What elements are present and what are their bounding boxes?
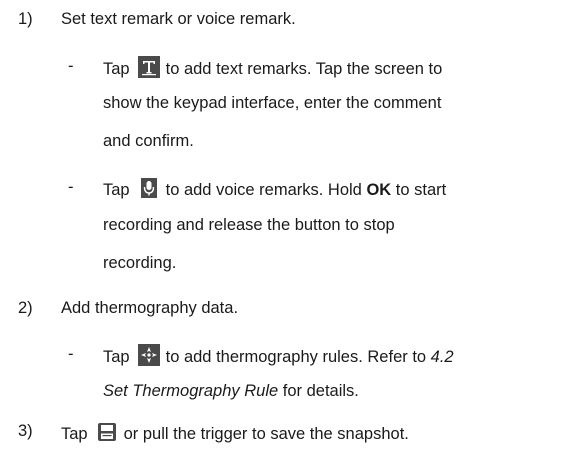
- step-text: or pull the trigger to save the snapshot…: [123, 425, 409, 443]
- section-reference: Set Thermography Rule: [103, 382, 279, 400]
- sub-step-text: to add text remarks. Tap the screen to: [165, 60, 443, 78]
- sub-step-text: recording and release the button to stop: [103, 216, 395, 234]
- sub-step-text: for details.: [278, 382, 359, 400]
- sub-step-line: Tap to add voice remarks. Hold OK to star…: [103, 177, 446, 200]
- save-icon: [95, 421, 118, 443]
- step-text: Set text remark or voice remark.: [61, 10, 296, 28]
- step-line: Tap or pull the trigger to save the snaps…: [61, 421, 409, 444]
- sub-step-text: recording.: [103, 254, 177, 272]
- tap-label: Tap: [103, 60, 130, 78]
- section-reference: 4.2: [430, 348, 454, 366]
- tap-label: Tap: [61, 425, 88, 443]
- sub-step-text: to add voice remarks. Hold: [165, 181, 367, 199]
- sub-step-text: to add thermography rules. Refer to: [165, 348, 431, 366]
- sub-bullet: -: [68, 57, 74, 75]
- sub-step-text: to start: [391, 181, 447, 199]
- sub-step-line: Set Thermography Rule for details.: [103, 381, 359, 401]
- step-number: 2): [18, 299, 33, 317]
- sub-step-line: Tap to add thermography rules. Refer to 4…: [103, 344, 454, 367]
- instruction-list: 1) Set text remark or voice remark. - Ta…: [0, 0, 581, 449]
- tap-label: Tap: [103, 348, 130, 366]
- microphone-icon: [137, 177, 160, 199]
- crosshair-icon: [137, 344, 160, 366]
- sub-step-text: show the keypad interface, enter the com…: [103, 94, 442, 112]
- sub-step-line: Tap to add text remarks. Tap the screen t…: [103, 56, 442, 79]
- step-number: 1): [18, 10, 33, 28]
- text-icon: [137, 56, 160, 78]
- sub-bullet: -: [68, 345, 74, 363]
- sub-step-text: and confirm.: [103, 132, 194, 150]
- step-text: Add thermography data.: [61, 299, 239, 317]
- step-number: 3): [18, 422, 33, 440]
- tap-label: Tap: [103, 181, 130, 199]
- sub-bullet: -: [68, 178, 74, 196]
- ok-button-label: OK: [366, 181, 392, 199]
